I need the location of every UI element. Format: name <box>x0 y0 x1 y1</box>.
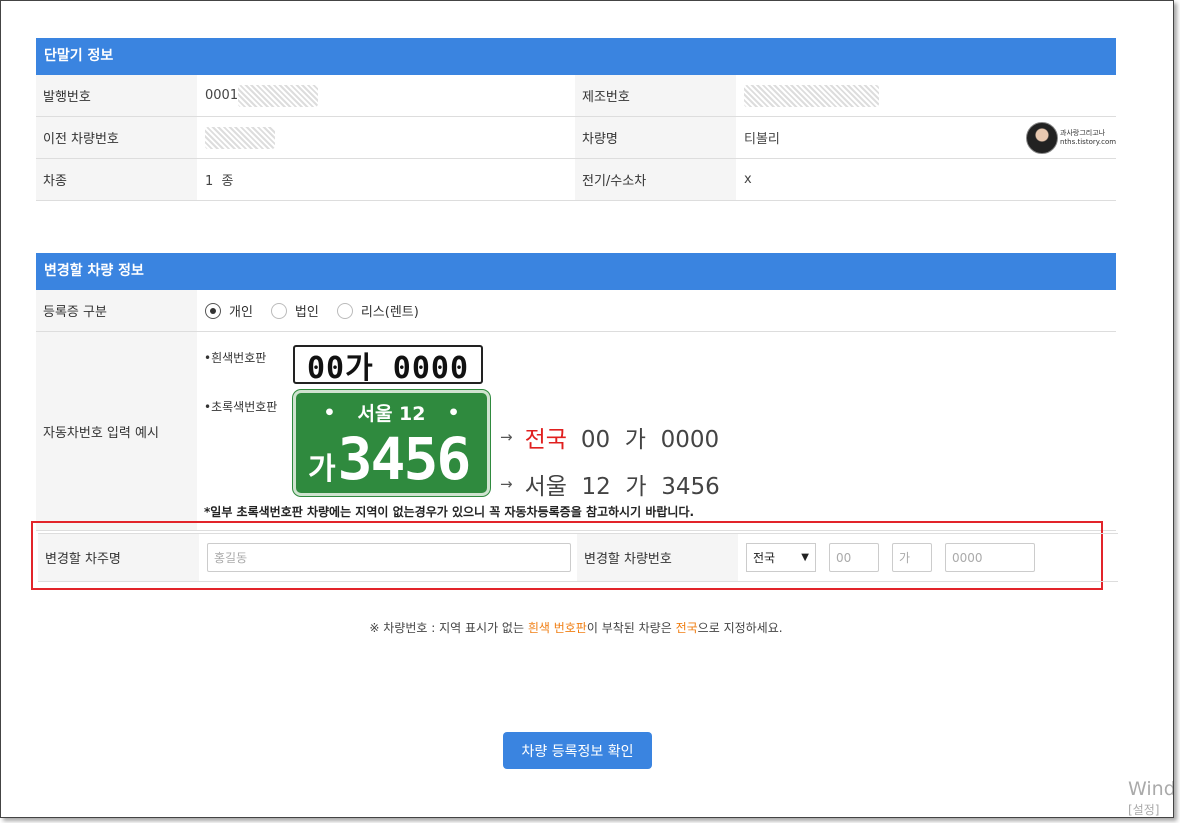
notice-highlight: 흰색 번호판 <box>527 621 587 635</box>
radio-unchecked-icon[interactable] <box>336 302 353 319</box>
ev-value: x <box>744 172 752 187</box>
plate-bolt-icon: • <box>323 401 336 424</box>
region-selected-value: 전국 <box>753 551 776 565</box>
notice-text: 으로 지정하세요. <box>697 621 783 635</box>
highlight-box: 변경할 차주명 변경할 차량번호 전국 ▼ <box>31 521 1118 590</box>
radio-personal[interactable]: 개인 <box>205 301 253 320</box>
plate-cell: 전국 ▼ <box>738 534 1118 581</box>
green-plate-hangul: 가 <box>308 452 336 487</box>
radio-label: 법인 <box>294 305 319 320</box>
plate-note: *일부 초록색번호판 차량에는 지역이 없는경우가 있으니 꼭 자동차등록증을 … <box>204 505 695 519</box>
green-plate-region: 서울 12 <box>357 403 426 425</box>
radio-corporate[interactable]: 법인 <box>270 301 319 320</box>
redacted-mask <box>205 126 275 149</box>
plate-hangul-input[interactable] <box>892 543 932 572</box>
white-plate-image: 00가 0000 <box>293 345 483 386</box>
watermark-text: 과사랑그리고나 nths.tistory.com <box>1060 129 1116 147</box>
watermark-line2: nths.tistory.com <box>1060 137 1117 146</box>
row-label: 변경할 차주명 <box>38 534 199 581</box>
redacted-mask <box>238 84 319 107</box>
windows-activation-sub: [설정] <box>1128 803 1160 817</box>
plate-number2-input[interactable] <box>945 543 1035 572</box>
row-label: 변경할 차량번호 <box>577 534 738 581</box>
radio-lease[interactable]: 리스(렌트) <box>336 301 419 320</box>
radio-checked-icon[interactable] <box>205 302 221 319</box>
radio-label: 개인 <box>229 305 253 320</box>
change-info-section: 변경할 차량 정보 등록증 구분 개인 법인 리스(렌트) 자동차번호 입력 예 <box>36 253 1116 531</box>
registration-type-row: 등록증 구분 개인 법인 리스(렌트) <box>36 290 1116 332</box>
table-row: 이전 차량번호 차량명 티볼리 과사랑그리고나 nths.tistory.com <box>36 117 1116 159</box>
plate-bolt-icon: • <box>447 401 460 424</box>
device-info-section: 단말기 정보 발행번호 0001 제조번호 이전 차량번호 차량명 티볼리 과사… <box>36 38 1116 201</box>
green-plate-image: • 서울 12 • 가 3456 <box>293 390 490 496</box>
vehicle-class-value: 1 종 <box>205 174 234 189</box>
plate-notice: ※ 차량번호 : 지역 표시가 없는 흰색 번호판이 부착된 차량은 전국으로 … <box>1 619 1151 636</box>
avatar <box>1026 121 1058 154</box>
window-frame: 단말기 정보 발행번호 0001 제조번호 이전 차량번호 차량명 티볼리 과사… <box>0 0 1174 818</box>
issue-number-value: 0001 <box>197 75 575 116</box>
section-title: 단말기 정보 <box>36 38 1116 75</box>
green-result-text: 서울 12 가 3456 <box>524 474 720 500</box>
green-plate-result: → 서울 12 가 3456 <box>500 467 720 501</box>
green-plate-top: • 서울 12 • <box>296 399 487 426</box>
redacted-mask <box>744 84 879 107</box>
row-label: 등록증 구분 <box>36 290 197 331</box>
row-label: 차량명 <box>575 117 736 158</box>
green-plate-label: •초록색번호판 <box>204 400 278 414</box>
arrow-icon: → <box>500 428 513 446</box>
row-label: 발행번호 <box>36 75 197 116</box>
issue-number-text: 0001 <box>205 88 239 103</box>
serial-number-value <box>736 75 1116 116</box>
owner-cell <box>199 534 577 581</box>
confirm-registration-button[interactable]: 차량 등록정보 확인 <box>503 732 652 769</box>
row-label: 차종 <box>36 159 197 200</box>
vehicle-name-text: 티볼리 <box>744 132 780 147</box>
notice-text: 이 부착된 차량은 <box>586 621 676 635</box>
caret-down-icon: ▼ <box>801 552 809 563</box>
white-plate-label: •흰색번호판 <box>204 351 267 365</box>
vehicle-name-value: 티볼리 과사랑그리고나 nths.tistory.com <box>736 117 1116 158</box>
green-plate-bottom: 가 3456 <box>308 425 472 493</box>
plate-rest-text: 00 가 0000 <box>580 427 720 453</box>
window-edge <box>1173 1 1174 818</box>
row-label: 전기/수소차 <box>575 159 736 200</box>
change-form-row: 변경할 차주명 변경할 차량번호 전국 ▼ <box>38 533 1118 582</box>
plate-number1-input[interactable] <box>829 543 879 572</box>
radio-label: 리스(렌트) <box>360 305 419 320</box>
arrow-icon: → <box>500 475 513 493</box>
row-label: 제조번호 <box>575 75 736 116</box>
plate-example-area: •흰색번호판 00가 0000 → 전국 00 가 0000 •초록색번호판 •… <box>197 332 1116 531</box>
row-label: 자동차번호 입력 예시 <box>36 332 197 530</box>
region-text: 전국 <box>524 427 567 453</box>
registration-type-radios: 개인 법인 리스(렌트) <box>197 290 419 331</box>
windows-activation-text: Wind <box>1128 778 1174 800</box>
notice-highlight: 전국 <box>675 621 698 635</box>
owner-name-input[interactable] <box>207 543 571 572</box>
green-plate-number: 3456 <box>337 425 472 493</box>
blog-watermark: 과사랑그리고나 nths.tistory.com <box>1026 121 1116 154</box>
plate-example-row: 자동차번호 입력 예시 •흰색번호판 00가 0000 → 전국 00 가 00… <box>36 332 1116 531</box>
region-select[interactable]: 전국 ▼ <box>746 543 816 572</box>
white-plate-result: → 전국 00 가 0000 <box>500 420 719 454</box>
section-title: 변경할 차량 정보 <box>36 253 1116 290</box>
row-label: 이전 차량번호 <box>36 117 197 158</box>
prev-plate-value <box>197 117 575 158</box>
table-row: 발행번호 0001 제조번호 <box>36 75 1116 117</box>
table-row: 차종 1 종 전기/수소차 x <box>36 159 1116 201</box>
radio-unchecked-icon[interactable] <box>270 302 287 319</box>
notice-text: ※ 차량번호 : 지역 표시가 없는 <box>369 621 528 635</box>
watermark-line1: 과사랑그리고나 <box>1060 128 1106 137</box>
